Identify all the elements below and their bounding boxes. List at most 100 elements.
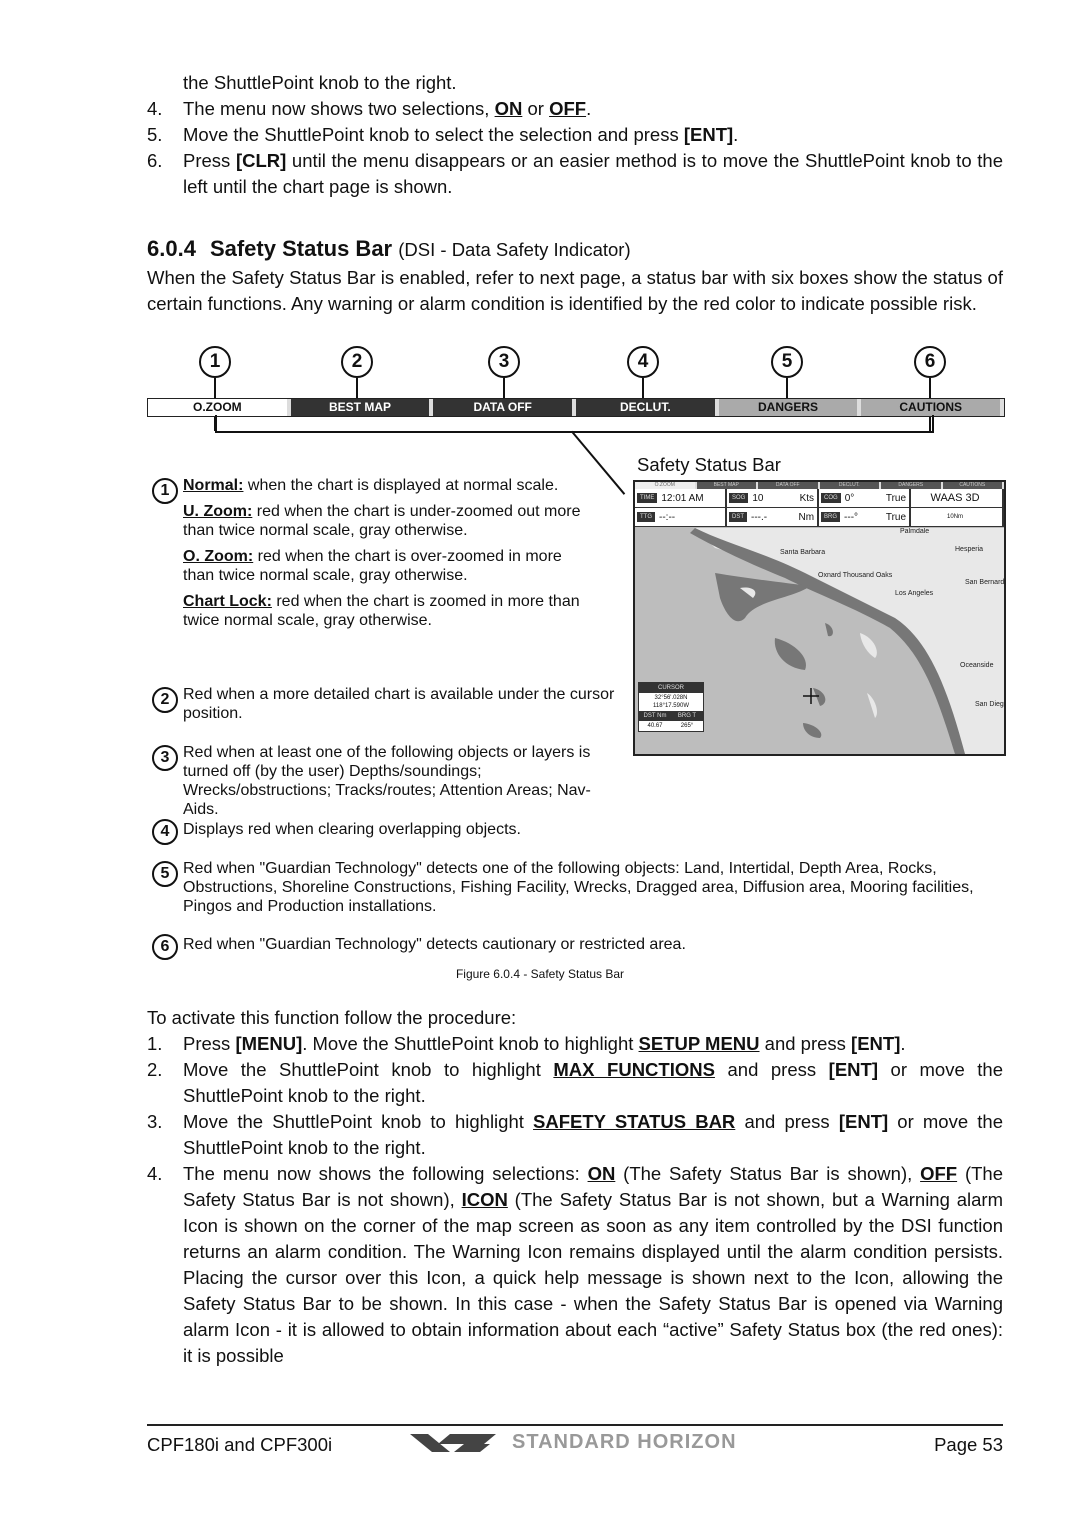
map-label: Hesperia — [955, 546, 983, 553]
field-unit: True — [885, 511, 907, 523]
footer-model: CPF180i and CPF300i — [147, 1434, 333, 1455]
mini-status-box: DECLUT. — [820, 482, 881, 489]
section-intro: When the Safety Status Bar is enabled, r… — [147, 267, 1003, 314]
legend-text: Red when "Guardian Technology" detects c… — [183, 936, 686, 953]
list-text: The menu now shows the following selecti… — [183, 1161, 1003, 1369]
callout-number-icon: 1 — [199, 346, 231, 378]
text-run: until the menu disappears or an easier m… — [183, 150, 1003, 197]
legend-item-1: 1 Normal: when the chart is displayed at… — [147, 476, 587, 637]
legend-desc: when the chart is displayed at normal sc… — [243, 477, 559, 494]
key-label: [CLR] — [235, 150, 287, 171]
data-field: TTG --:-- — [635, 508, 728, 526]
data-field: 10Nm — [911, 508, 1004, 526]
map-label: Palmdale — [900, 528, 929, 535]
cursor-lon: 118°17.590W — [653, 703, 689, 709]
list-number: 4. — [147, 98, 163, 119]
section-title: Safety Status Bar — [209, 236, 393, 261]
field-value: 10Nm — [947, 514, 964, 520]
text-run: (The Safety Status Bar is shown), — [615, 1163, 921, 1184]
mini-status-box: BEST MAP — [697, 482, 758, 489]
list-item: 6. Press [CLR] until the menu disappears … — [147, 148, 1003, 200]
brand-mark-icon — [410, 1433, 496, 1452]
list-text: Move the ShuttlePoint knob to highlight … — [183, 1109, 1003, 1161]
list-number: 4. — [147, 1163, 163, 1184]
status-box-dangers: DANGERS — [718, 399, 862, 416]
menu-option-label: SAFETY STATUS BAR — [533, 1111, 736, 1132]
menu-option-label: MAX FUNCTIONS — [553, 1059, 715, 1080]
data-field: COG 0° True — [819, 489, 912, 507]
callout-number-icon: 4 — [627, 346, 659, 378]
field-label: COG — [821, 493, 841, 503]
field-value: ---.- — [751, 511, 768, 523]
field-value: --:-- — [659, 511, 676, 523]
field-unit: True — [885, 492, 907, 504]
status-bar-bracket — [215, 415, 934, 433]
legend-entry: O. Zoom: red when the chart is over-zoom… — [183, 547, 587, 585]
menu-option-label: OFF — [549, 98, 587, 119]
list-number: 3. — [147, 1111, 163, 1132]
text-run: . — [586, 98, 592, 119]
field-value: WAAS 3D — [930, 492, 980, 504]
text-run: Move the ShuttlePoint knob to highlight — [183, 1111, 534, 1132]
screen-caption: Safety Status Bar — [637, 454, 781, 475]
callout-number-icon: 1 — [152, 478, 178, 504]
field-unit: Kts — [799, 492, 815, 504]
legend-text: Red when a more detailed chart is availa… — [183, 686, 615, 722]
text-run: (The Safety Status Bar is not shown, but… — [183, 1189, 1003, 1366]
legend-item-2: 2 Red when a more detailed chart is avai… — [147, 685, 617, 723]
text-run: Move the ShuttlePoint knob to select the… — [183, 124, 684, 145]
mini-status-box: DANGERS — [881, 482, 943, 489]
legend-item-5: 5 Red when "Guardian Technology" detects… — [147, 859, 1003, 916]
list-item: 5. Move the ShuttlePoint knob to select t… — [147, 122, 1003, 148]
map-label: Santa Barbara — [780, 549, 825, 556]
field-label: TTG — [637, 512, 655, 522]
data-field: BRG ---° True — [819, 508, 912, 526]
section-subtitle: (DSI - Data Safety Indicator) — [398, 239, 631, 260]
callout-number-icon: 5 — [771, 346, 803, 378]
legend-item-6: 6 Red when "Guardian Technology" detects… — [147, 934, 1003, 960]
legend-item-3: 3 Red when at least one of the following… — [147, 743, 617, 819]
callout-leader — [214, 378, 216, 398]
list-text: The menu now shows two selections, ON or… — [183, 96, 1003, 122]
field-label: DST — [729, 512, 748, 522]
list-text: Move the ShuttlePoint knob to highlight … — [183, 1057, 1003, 1109]
dst-value: 40.67 — [647, 723, 663, 729]
text-run: The menu now shows the following selecti… — [183, 1163, 588, 1184]
page-number: Page 53 — [934, 1434, 1003, 1455]
text-run: . — [733, 124, 739, 145]
status-box-ozoom: O.ZOOM — [148, 399, 291, 416]
legend-term: Normal: — [183, 477, 244, 494]
data-field: TIME 12:01 AM — [635, 489, 728, 507]
mini-status-box: CAUTIONS — [943, 482, 1004, 489]
procedure: To activate this function follow the pro… — [147, 1005, 1003, 1369]
key-label: [ENT] — [851, 1033, 901, 1054]
key-label: [ENT] — [683, 124, 734, 145]
menu-option-label: ON — [494, 98, 523, 119]
legend-text: Red when "Guardian Technology" detects o… — [183, 860, 974, 915]
mini-status-box: DATA OFF — [758, 482, 820, 489]
list-number: 5. — [147, 124, 163, 145]
section-number: 6.0.4 — [147, 236, 196, 261]
map-label: San Diego — [975, 701, 1004, 708]
list-text: Move the ShuttlePoint knob to select the… — [183, 122, 1003, 148]
list-number: 2. — [147, 1059, 163, 1080]
intro-list: the ShuttlePoint knob to the right. 4. Th… — [147, 70, 1003, 200]
data-field: DST ---.- Nm — [727, 508, 820, 526]
legend-entry: U. Zoom: red when the chart is under-zoo… — [183, 502, 587, 540]
field-value: ---° — [844, 511, 859, 523]
data-field: SOG 10 Kts — [727, 489, 820, 507]
list-number: 6. — [147, 150, 163, 171]
menu-option-label: SETUP MENU — [638, 1033, 760, 1054]
field-label: TIME — [637, 493, 658, 503]
procedure-lead: To activate this function follow the pro… — [147, 1007, 517, 1028]
section-heading: 6.0.4 Safety Status Bar (DSI - Data Safet… — [147, 236, 631, 262]
cursor-info-box: CURSOR 32°56'.028N 118°17.590W DST Nm BR… — [638, 682, 704, 732]
callout-number-icon: 6 — [914, 346, 946, 378]
data-row-1: TIME 12:01 AM SOG 10 Kts COG 0° True WAAS 3D — [635, 489, 1004, 508]
chart-screen: O.ZOOM BEST MAP DATA OFF DECLUT. DANGERS CAUT… — [633, 480, 1006, 756]
figure-caption: Figure 6.0.4 - Safety Status Bar — [455, 967, 625, 981]
text-run: . Move the ShuttlePoint knob to highligh… — [302, 1033, 639, 1054]
intro-continuation: the ShuttlePoint knob to the right. — [183, 72, 457, 93]
field-value: 12:01 AM — [661, 492, 704, 504]
callout-number-icon: 3 — [152, 745, 178, 771]
